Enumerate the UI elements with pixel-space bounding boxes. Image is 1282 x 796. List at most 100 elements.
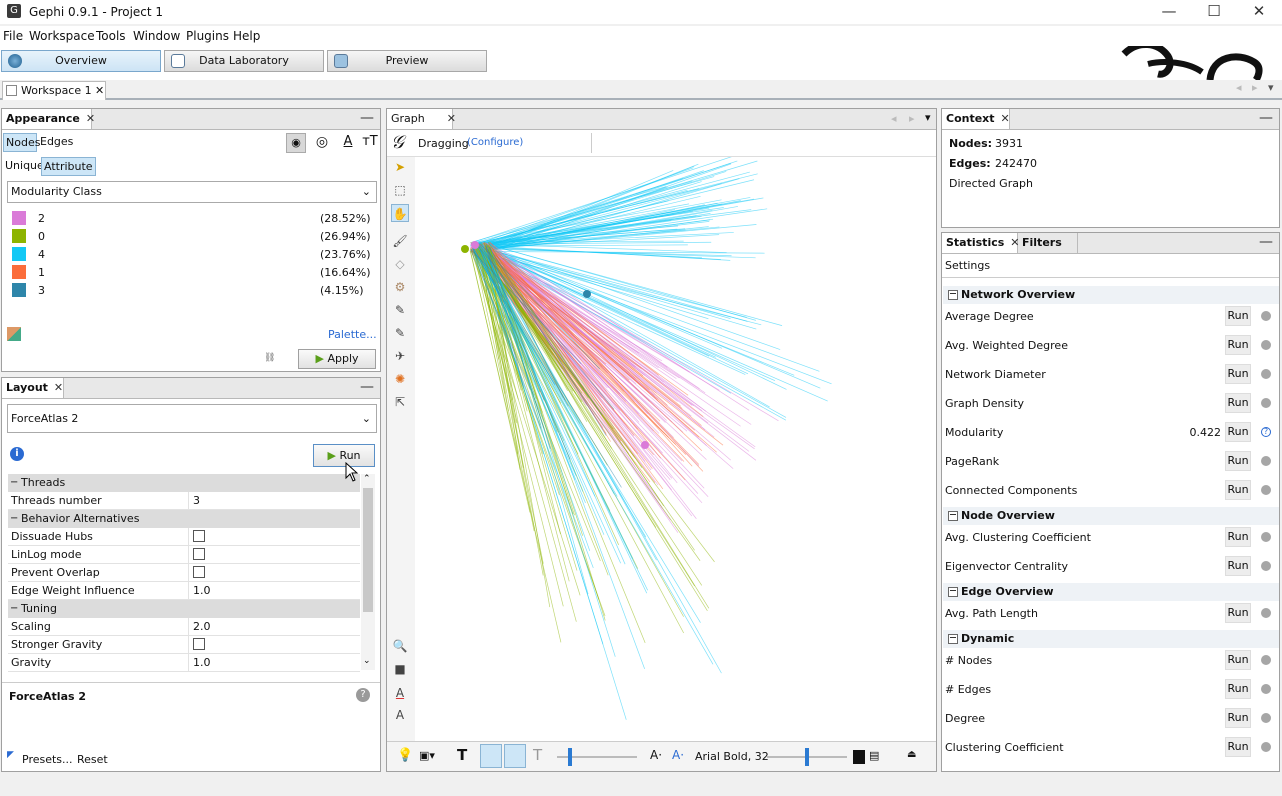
run-pagerank-button[interactable]: Run: [1225, 451, 1251, 471]
slider-thumb[interactable]: [568, 748, 572, 766]
linlog-checkbox[interactable]: [193, 548, 205, 560]
label-color-icon[interactable]: A: [338, 133, 358, 153]
scroll-left-icon[interactable]: ◂: [891, 112, 897, 125]
screenshot-icon[interactable]: ▣▾: [419, 749, 435, 762]
tab-list-icon[interactable]: ▾: [925, 111, 931, 124]
stronger-gravity-checkbox[interactable]: [193, 638, 205, 650]
graph-visualization[interactable]: [415, 152, 936, 741]
scroll-down-icon[interactable]: ⌄: [363, 656, 371, 666]
close-icon[interactable]: ✕: [95, 82, 104, 99]
label-size-icon[interactable]: ᴛT: [360, 133, 380, 153]
preview-mode-button[interactable]: Preview: [327, 50, 487, 72]
scaling-row[interactable]: Scaling 2.0: [8, 618, 360, 636]
configure-link[interactable]: (Configure): [467, 137, 523, 148]
menu-tools[interactable]: Tools: [96, 29, 126, 43]
data-laboratory-mode-button[interactable]: Data Laboratory: [164, 50, 324, 72]
unique-tab[interactable]: Unique: [5, 159, 44, 172]
zoom-icon[interactable]: 🔍: [391, 637, 409, 655]
run-density-button[interactable]: Run: [1225, 393, 1251, 413]
palette-generator-icon[interactable]: [7, 327, 21, 341]
scroll-left-icon[interactable]: ◂: [1236, 81, 1242, 94]
palette-link[interactable]: Palette...: [328, 328, 377, 341]
expand-toolbar-icon[interactable]: ⏏: [907, 749, 916, 760]
run-dynamic-degree-button[interactable]: Run: [1225, 708, 1251, 728]
airplane-icon[interactable]: ✈: [391, 347, 409, 365]
menu-file[interactable]: File: [3, 29, 23, 43]
run-dynamic-clustering-button[interactable]: Run: [1225, 737, 1251, 757]
scrollbar-thumb[interactable]: [363, 488, 373, 612]
edge-display-icon[interactable]: [480, 744, 502, 768]
menu-workspace[interactable]: Workspace: [29, 29, 95, 43]
font-label[interactable]: Arial Bold, 32: [695, 750, 769, 763]
select-arrow-icon[interactable]: ➤: [391, 158, 409, 176]
size-icon[interactable]: ◎: [312, 133, 332, 153]
close-icon[interactable]: ✕: [54, 381, 63, 394]
property-scrollbar[interactable]: ⌃ ⌄: [361, 474, 375, 670]
drag-hand-icon[interactable]: ✋: [391, 204, 409, 222]
run-eigenvector-button[interactable]: Run: [1225, 556, 1251, 576]
partition-color-swatch[interactable]: [12, 247, 26, 261]
minimize-button[interactable]: —: [1146, 0, 1192, 24]
pencil-icon[interactable]: ✎: [391, 301, 409, 319]
workspace-tab[interactable]: Workspace 1 ✕: [2, 81, 106, 100]
diamond-icon[interactable]: ◇: [391, 255, 409, 273]
partition-color-swatch[interactable]: [12, 229, 26, 243]
close-icon[interactable]: ✕: [1001, 112, 1010, 125]
filters-tab[interactable]: Filters: [1018, 233, 1078, 253]
partition-color-swatch[interactable]: [12, 211, 26, 225]
graph-canvas[interactable]: [415, 152, 936, 741]
threads-number-row[interactable]: Threads number 3: [8, 492, 360, 510]
run-layout-button[interactable]: ▶ Run: [313, 444, 375, 467]
scaling-value[interactable]: 2.0: [188, 618, 360, 635]
text-icon[interactable]: T: [457, 746, 467, 764]
edge-color-icon[interactable]: [504, 744, 526, 768]
edit-cursor-icon[interactable]: ⇱: [391, 393, 409, 411]
font-size-down-icon[interactable]: A·: [650, 748, 662, 762]
menu-window[interactable]: Window: [133, 29, 180, 43]
run-average-degree-button[interactable]: Run: [1225, 306, 1251, 326]
close-icon[interactable]: ✕: [447, 112, 456, 125]
help-icon[interactable]: ?: [1261, 427, 1271, 437]
attributes-icon[interactable]: ▤: [869, 749, 879, 762]
threads-number-value[interactable]: 3: [188, 492, 360, 509]
partition-row[interactable]: 4 (23.76%): [2, 245, 380, 263]
slider-thumb[interactable]: [805, 748, 809, 766]
statistics-tab[interactable]: Statistics ✕: [942, 233, 1020, 253]
label-font-icon[interactable]: A: [391, 706, 409, 724]
settings-link[interactable]: Settings: [945, 259, 990, 272]
partition-row[interactable]: 3 (4.15%): [2, 281, 380, 299]
minimize-icon[interactable]: —: [1259, 234, 1273, 250]
attribute-tab[interactable]: Attribute: [41, 157, 96, 176]
partition-color-swatch[interactable]: [12, 283, 26, 297]
scroll-right-icon[interactable]: ▸: [1252, 81, 1258, 94]
gravity-row[interactable]: Gravity 1.0: [8, 654, 360, 672]
color-palette-icon[interactable]: ◉: [286, 133, 306, 153]
menu-help[interactable]: Help: [233, 29, 260, 43]
heat-map-icon[interactable]: ✺: [391, 370, 409, 388]
appearance-tab[interactable]: Appearance ✕: [2, 109, 95, 129]
edges-tab[interactable]: Edges: [40, 135, 73, 148]
minimize-icon[interactable]: —: [360, 110, 374, 126]
run-modularity-button[interactable]: Run: [1225, 422, 1251, 442]
partition-row[interactable]: 1 (16.64%): [2, 263, 380, 281]
edge-pencil-icon[interactable]: ✎: [391, 324, 409, 342]
layout-tab[interactable]: Layout ✕: [2, 378, 64, 398]
minimize-icon[interactable]: —: [1259, 110, 1273, 126]
partition-row[interactable]: 2 (28.52%): [2, 209, 380, 227]
painter-icon[interactable]: 🖌: [391, 232, 409, 250]
nodes-tab[interactable]: Nodes: [3, 133, 40, 152]
apply-button[interactable]: ▶ Apply: [298, 349, 376, 369]
edge-weight-row[interactable]: Edge Weight Influence 1.0: [8, 582, 360, 600]
presets-button[interactable]: Presets...: [22, 753, 73, 766]
label-color-swatch[interactable]: [853, 750, 865, 764]
run-weighted-degree-button[interactable]: Run: [1225, 335, 1251, 355]
minimize-icon[interactable]: —: [360, 379, 374, 395]
size-tool-icon[interactable]: ⚙: [391, 278, 409, 296]
close-window-button[interactable]: ✕: [1236, 0, 1282, 24]
run-diameter-button[interactable]: Run: [1225, 364, 1251, 384]
close-icon[interactable]: ✕: [86, 112, 95, 125]
edge-weight-value[interactable]: 1.0: [188, 582, 360, 599]
scroll-right-icon[interactable]: ▸: [909, 112, 915, 125]
lightbulb-icon[interactable]: 💡: [397, 748, 413, 763]
help-icon[interactable]: ?: [356, 688, 370, 702]
